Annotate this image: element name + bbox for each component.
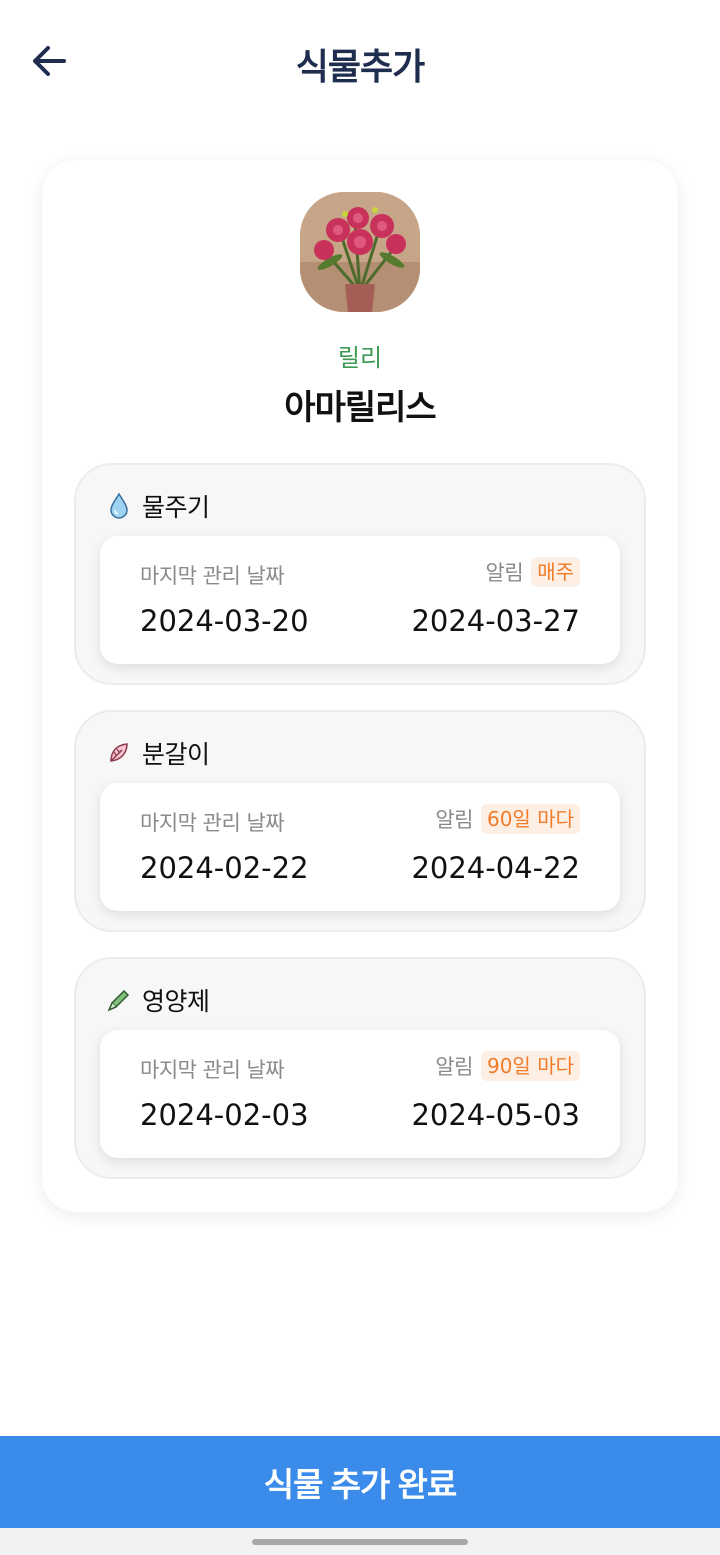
last-care-date[interactable]: 2024-02-22 <box>140 851 309 885</box>
care-section-repotting: 분갈이 마지막 관리 날짜 2024-02-22 알림 60일 마다 2024-… <box>74 710 646 932</box>
care-header: 물주기 <box>106 489 210 523</box>
plant-name: 아마릴리스 <box>284 388 436 428</box>
care-detail-card[interactable]: 마지막 관리 날짜 2024-03-20 알림 매주 2024-03-27 <box>100 536 620 664</box>
care-label: 물주기 <box>142 493 210 522</box>
nutrient-ampoule-icon <box>106 985 132 1015</box>
care-header: 분갈이 <box>106 736 210 770</box>
plant-nickname: 릴리 <box>337 344 383 372</box>
alarm-label: 알림 <box>435 1055 473 1079</box>
water-drop-icon <box>106 491 132 521</box>
last-care-date[interactable]: 2024-03-20 <box>140 604 309 638</box>
alarm-row: 알림 90일 마다 <box>435 1050 580 1082</box>
care-header: 영양제 <box>106 983 210 1017</box>
page-title: 식물추가 <box>295 47 425 88</box>
care-section-watering: 물주기 마지막 관리 날짜 2024-03-20 알림 매주 2024-03-2… <box>74 463 646 685</box>
alarm-cycle-badge[interactable]: 매주 <box>531 557 580 587</box>
add-plant-complete-button[interactable]: 식물 추가 완료 <box>0 1436 720 1528</box>
alarm-row: 알림 60일 마다 <box>435 803 580 835</box>
last-care-label: 마지막 관리 날짜 <box>140 1058 285 1082</box>
plant-card: 릴리 아마릴리스 물주기 마지막 관리 날짜 2024-03-20 알림 매주 <box>42 160 678 1212</box>
care-detail-card[interactable]: 마지막 관리 날짜 2024-02-22 알림 60일 마다 2024-04-2… <box>100 783 620 911</box>
add-plant-screen: 식물추가 릴리 아마릴리스 물주기 마지막 관리 날짜 2024-03-20 알… <box>0 0 720 1555</box>
alarm-cycle-badge[interactable]: 90일 마다 <box>480 1051 580 1081</box>
care-section-nutrients: 영양제 마지막 관리 날짜 2024-02-03 알림 90일 마다 2024-… <box>74 957 646 1179</box>
system-nav-bar <box>0 1528 720 1555</box>
alarm-label: 알림 <box>485 561 524 585</box>
alarm-label: 알림 <box>435 808 473 832</box>
last-care-date[interactable]: 2024-02-03 <box>140 1098 309 1132</box>
last-care-label: 마지막 관리 날짜 <box>140 811 285 835</box>
app-header: 식물추가 <box>0 0 720 120</box>
next-alarm-date: 2024-04-22 <box>411 851 580 885</box>
next-alarm-date: 2024-03-27 <box>411 604 580 638</box>
care-label: 분갈이 <box>142 740 210 769</box>
next-alarm-date: 2024-05-03 <box>411 1098 580 1132</box>
home-indicator[interactable] <box>252 1539 468 1545</box>
repot-leaf-icon <box>106 738 132 768</box>
alarm-row: 알림 매주 <box>486 556 580 588</box>
care-label: 영양제 <box>142 987 210 1016</box>
alarm-cycle-badge[interactable]: 60일 마다 <box>480 804 580 834</box>
plant-photo[interactable] <box>300 192 420 312</box>
last-care-label: 마지막 관리 날짜 <box>140 564 285 588</box>
care-detail-card[interactable]: 마지막 관리 날짜 2024-02-03 알림 90일 마다 2024-05-0… <box>100 1030 620 1158</box>
